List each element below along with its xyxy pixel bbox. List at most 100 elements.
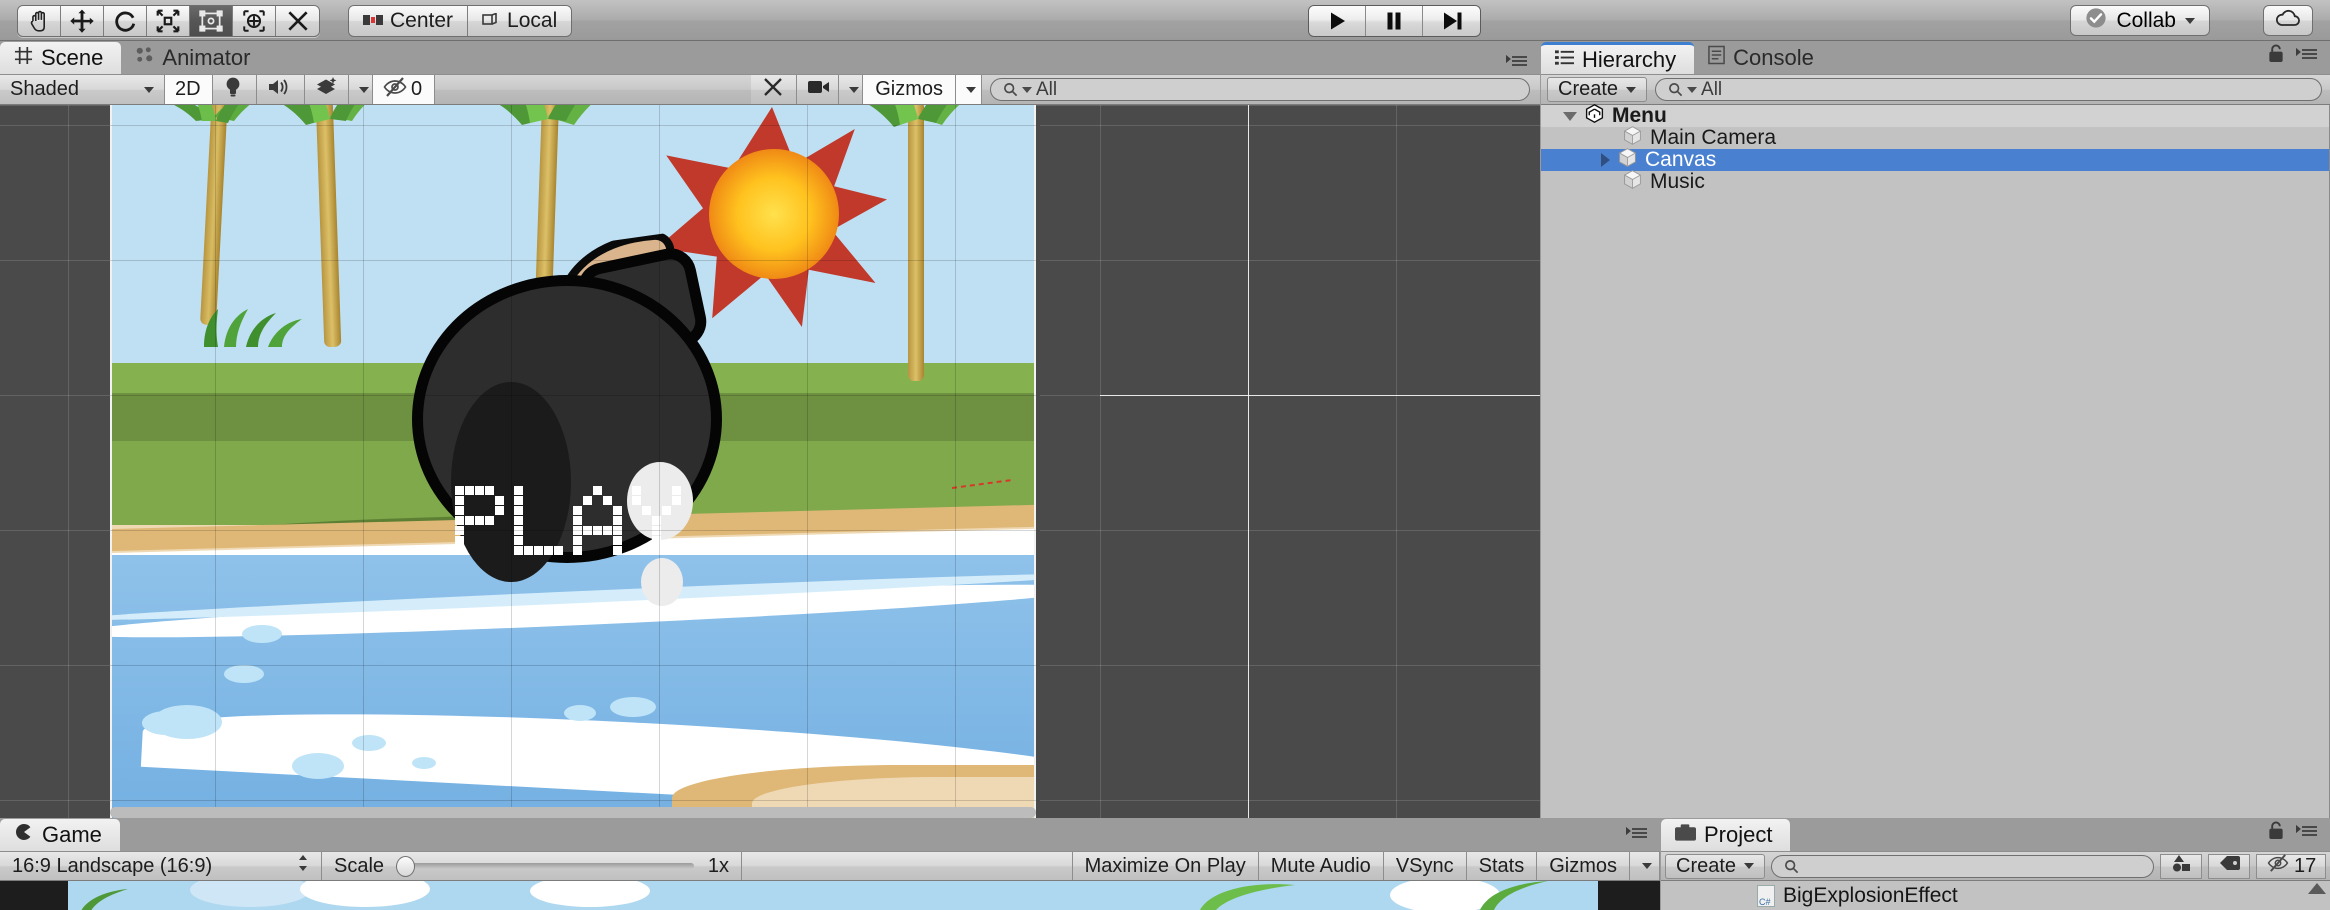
game-tabstrip: Game [0, 818, 1660, 851]
tab-game[interactable]: Game [0, 819, 120, 851]
pivot-label: Center [390, 9, 454, 32]
water-bubble [352, 735, 386, 751]
aspect-ratio-dropdown[interactable]: 16:9 Landscape (16:9) [0, 852, 322, 880]
hierarchy-item-canvas[interactable]: Canvas [1541, 147, 2329, 171]
favorite-filter-button[interactable] [2160, 853, 2202, 879]
scene-panel-menu[interactable] [1506, 54, 1540, 74]
project-scroll-up-arrow[interactable] [2308, 883, 2326, 894]
collider-outline [952, 479, 1012, 489]
chevron-right-icon[interactable] [1601, 153, 1610, 167]
effects-dropdown[interactable] [349, 75, 373, 104]
lighting-toggle-button[interactable] [213, 75, 257, 104]
console-icon [1708, 45, 1725, 71]
scene-view[interactable] [0, 105, 1540, 818]
play-button[interactable] [1309, 6, 1366, 36]
hierarchy-item-label: Main Camera [1650, 126, 1777, 149]
hierarchy-menu-icon[interactable] [2295, 46, 2318, 66]
scale-value: 1x [707, 854, 729, 877]
hidden-objects-toggle[interactable]: 0 [373, 75, 435, 104]
game-gizmos-dropdown[interactable] [1630, 852, 1660, 880]
space-toggle-button[interactable]: Local [468, 6, 572, 36]
game-leaf [81, 889, 128, 910]
stats-label: Stats [1478, 854, 1525, 877]
hierarchy-tree[interactable]: Menu Main Camera Canvas Music [1541, 103, 2330, 818]
hierarchy-search-input[interactable]: All [1655, 78, 2322, 101]
water-bubble [224, 665, 264, 683]
vsync-label: VSync [1395, 854, 1454, 877]
scene-gizmos-label: Gizmos [875, 78, 943, 100]
water-bubble [412, 757, 436, 769]
scene-search-input[interactable]: All [990, 78, 1530, 101]
project-hidden-count: 17 [2294, 854, 2317, 877]
project-icon [1675, 822, 1696, 848]
step-button[interactable] [1423, 6, 1480, 36]
pivot-toggle-button[interactable]: Center [349, 6, 469, 36]
scale-label: Scale [334, 854, 385, 877]
hierarchy-item-music[interactable]: Music [1541, 169, 2329, 196]
tab-game-label: Game [42, 822, 102, 847]
tab-project[interactable]: Project [1661, 819, 1791, 851]
game-view[interactable] [0, 881, 1660, 910]
move-tool-button[interactable] [61, 6, 104, 36]
lock-icon[interactable] [2268, 821, 2284, 845]
scene-gizmos-button[interactable]: Gizmos [863, 75, 956, 104]
toggle-2d-button[interactable]: 2D [165, 75, 213, 104]
audio-toggle-button[interactable] [257, 75, 305, 104]
tab-scene-label: Scene [41, 45, 104, 70]
chevron-down-icon [144, 86, 154, 93]
game-panel-menu[interactable] [1625, 826, 1660, 851]
project-list-item[interactable]: BigExplosionEffect [1661, 884, 1958, 908]
cloud-services-button[interactable] [2263, 5, 2313, 36]
effects-toggle-button[interactable] [305, 75, 349, 104]
project-item-list[interactable]: BigExplosionEffect [1661, 881, 2330, 910]
collab-chevron-down-icon [2185, 17, 2195, 24]
vsync-button[interactable]: VSync [1383, 852, 1467, 880]
search-filter-chevron-icon [1687, 86, 1698, 93]
grass-tuft [204, 309, 302, 347]
game-gizmos-button[interactable]: Gizmos [1537, 852, 1630, 880]
scene-gizmos-dropdown[interactable] [956, 75, 982, 104]
tab-scene[interactable]: Scene [0, 42, 122, 74]
project-create-button[interactable]: Create [1665, 853, 1766, 879]
project-menu-icon[interactable] [2295, 823, 2318, 843]
label-filter-button[interactable] [2208, 853, 2250, 879]
rotate-tool-button[interactable] [104, 6, 147, 36]
scene-camera-dropdown[interactable] [839, 75, 864, 104]
maximize-on-play-button[interactable]: Maximize On Play [1072, 852, 1259, 880]
scale-tool-button[interactable] [147, 6, 190, 36]
gameobject-icon [1622, 169, 1643, 196]
collab-button[interactable]: Collab [2070, 5, 2210, 36]
grid-icon [14, 45, 33, 71]
transform-tool-button[interactable] [233, 6, 276, 36]
rect-tool-button[interactable] [190, 6, 233, 36]
hand-tool-button[interactable] [18, 6, 61, 36]
scene-camera-button[interactable] [797, 75, 840, 104]
scale-slider-group[interactable]: Scale 1x [322, 852, 742, 880]
project-search-input[interactable] [1771, 854, 2154, 878]
project-hidden-toggle[interactable]: 17 [2256, 853, 2326, 879]
scale-slider-track[interactable] [396, 856, 694, 877]
hierarchy-item-menu[interactable]: Menu [1541, 103, 2329, 127]
lock-icon[interactable] [2268, 44, 2284, 68]
scene-tools-button[interactable] [751, 75, 798, 104]
scene-horizontal-scrollbar[interactable] [110, 807, 1036, 818]
hierarchy-create-button[interactable]: Create [1547, 77, 1648, 102]
custom-tool-button[interactable] [276, 6, 319, 36]
hierarchy-item-main-camera[interactable]: Main Camera [1541, 125, 2329, 149]
tab-animator[interactable]: Animator [121, 42, 268, 74]
scene-view-toolbar: Shaded 2D 0 Gizmos All [0, 74, 1540, 105]
scale-slider-thumb[interactable] [396, 856, 416, 877]
pause-button[interactable] [1366, 6, 1423, 36]
tab-hierarchy[interactable]: Hierarchy [1541, 42, 1695, 74]
collab-check-icon [2085, 7, 2107, 35]
bomb-body [412, 275, 722, 606]
tab-console[interactable]: Console [1694, 42, 1832, 74]
hierarchy-tabstrip: Hierarchy Console [1541, 41, 2330, 74]
lightbulb-icon [223, 76, 243, 104]
water-bubble [292, 753, 344, 779]
draw-mode-dropdown[interactable]: Shaded [0, 75, 165, 104]
chevron-down-icon[interactable] [1563, 111, 1577, 121]
mute-audio-button[interactable]: Mute Audio [1258, 852, 1384, 880]
search-filter-chevron-icon [1022, 86, 1032, 93]
stats-button[interactable]: Stats [1466, 852, 1538, 880]
